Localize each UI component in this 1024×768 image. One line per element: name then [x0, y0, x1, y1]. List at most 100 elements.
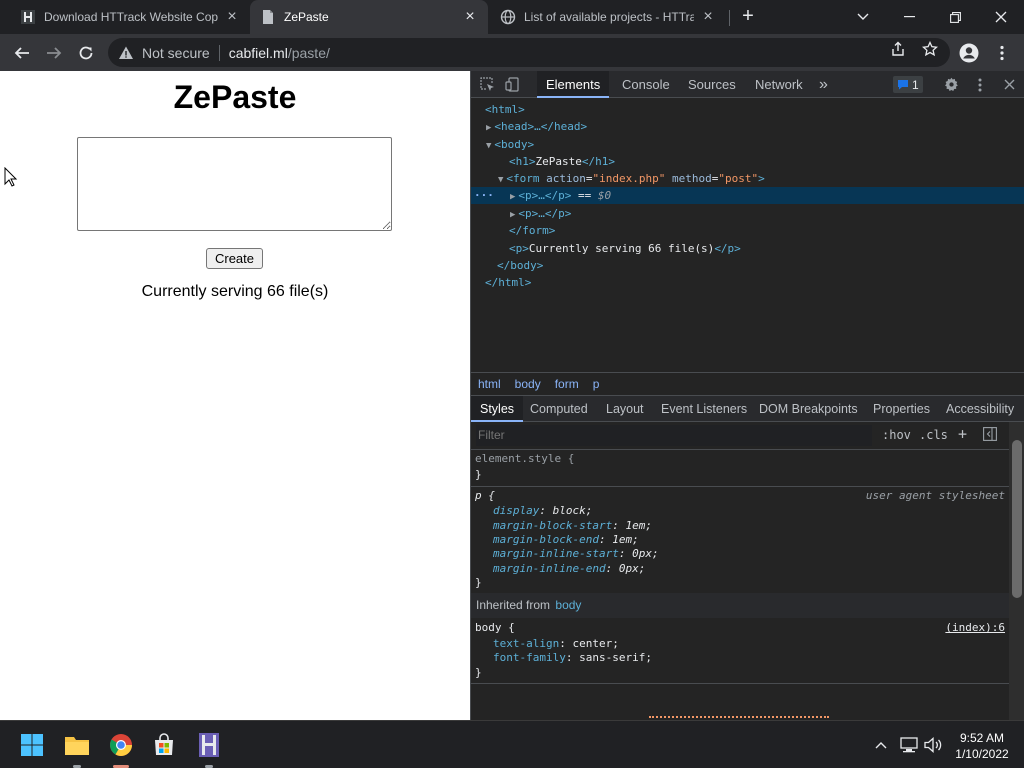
dom-node-body-close[interactable]: </body>	[471, 257, 1024, 274]
subtab-dom-breakpoints[interactable]: DOM Breakpoints	[750, 396, 867, 422]
toggle-sidebar-icon[interactable]	[983, 427, 997, 444]
devtools-close-button[interactable]	[1001, 76, 1018, 93]
security-label[interactable]: Not secure	[142, 45, 210, 61]
breadcrumb-body[interactable]: body	[515, 377, 541, 391]
tab-project-list[interactable]: List of available projects - HTTrack ×	[490, 0, 726, 34]
devtools-toolbar: Elements Console Sources Network » 1	[471, 71, 1024, 98]
folder-icon	[65, 737, 89, 755]
reload-button[interactable]	[72, 39, 100, 67]
class-toggle[interactable]: .cls	[919, 428, 948, 442]
breadcrumb-html[interactable]: html	[478, 377, 501, 391]
breadcrumb-p[interactable]: p	[593, 377, 600, 391]
warning-icon[interactable]	[118, 45, 134, 61]
issues-badge[interactable]: 1	[893, 76, 923, 93]
dom-node-html-close[interactable]: </html>	[471, 274, 1024, 291]
css-property[interactable]: margin-block-start: 1em;	[493, 518, 652, 533]
element-style-selector[interactable]: element.style {	[475, 451, 574, 466]
url-text[interactable]: cabfiel.ml/paste/	[229, 45, 330, 61]
collapse-triangle-icon[interactable]: ▼	[498, 175, 503, 185]
subtab-properties[interactable]: Properties	[864, 396, 939, 422]
body-rule-selector[interactable]: body {	[475, 620, 515, 635]
back-button[interactable]	[8, 39, 36, 67]
subtab-accessibility[interactable]: Accessibility	[937, 396, 1023, 422]
tab-search-button[interactable]	[840, 0, 886, 34]
css-property[interactable]: margin-block-end: 1em;	[493, 532, 639, 547]
dom-node-head[interactable]: ▶ <head>…</head>	[471, 118, 1024, 135]
windows-taskbar: 9:52 AM 1/10/2022	[0, 720, 1024, 768]
css-property[interactable]: display: block;	[493, 503, 592, 518]
chrome-taskbar-button[interactable]	[105, 729, 137, 761]
bookmark-button[interactable]	[921, 40, 939, 58]
dom-node-p-serving[interactable]: <p>Currently serving 66 file(s)</p>	[471, 240, 1024, 257]
url-path: /paste/	[287, 44, 330, 61]
httrack-taskbar-button[interactable]	[193, 729, 225, 761]
show-hidden-icons-button[interactable]	[872, 736, 890, 754]
body-rule-close: }	[475, 666, 482, 679]
close-window-button[interactable]	[978, 0, 1024, 34]
store-button[interactable]	[148, 729, 180, 761]
inspect-element-button[interactable]	[479, 76, 496, 93]
minimize-icon	[903, 16, 915, 18]
close-tab-icon[interactable]: ×	[462, 9, 478, 25]
devtools-tab-elements[interactable]: Elements	[537, 71, 610, 98]
p-rule-selector[interactable]: p {	[475, 488, 495, 503]
dom-node-html[interactable]: <html>	[471, 101, 1024, 118]
subtab-computed[interactable]: Computed	[521, 396, 597, 422]
profile-button[interactable]	[955, 39, 983, 67]
create-button[interactable]: Create	[206, 248, 263, 269]
device-toolbar-button[interactable]	[504, 76, 521, 93]
volume-button[interactable]	[924, 736, 942, 754]
inherited-from-link[interactable]: body	[555, 598, 581, 612]
subtab-layout[interactable]: Layout	[597, 396, 653, 422]
expand-triangle-icon[interactable]: ▶	[510, 210, 515, 220]
restore-button[interactable]	[932, 0, 978, 34]
dom-node-form-close[interactable]: </form>	[471, 222, 1024, 239]
dom-node-h1[interactable]: <h1>ZePaste</h1>	[471, 153, 1024, 170]
dom-node-body[interactable]: ▼ <body>	[471, 136, 1024, 153]
tab-zepaste[interactable]: ZePaste ×	[250, 0, 488, 34]
node-actions-icon[interactable]: ···	[474, 187, 494, 204]
network-button[interactable]	[900, 736, 918, 754]
collapse-triangle-icon[interactable]: ▼	[486, 141, 491, 151]
scrollbar-thumb[interactable]	[1012, 440, 1022, 598]
devtools-settings-button[interactable]	[943, 76, 960, 93]
hover-state-toggle[interactable]: :hov	[882, 428, 911, 442]
devtools-menu-button[interactable]	[971, 76, 988, 93]
file-explorer-button[interactable]	[61, 729, 93, 761]
new-tab-button[interactable]: +	[737, 5, 759, 27]
start-button[interactable]	[16, 729, 48, 761]
close-tab-icon[interactable]: ×	[224, 9, 240, 25]
speaker-icon	[924, 737, 942, 753]
expand-triangle-icon[interactable]: ▶	[486, 123, 491, 133]
subtab-event-listeners[interactable]: Event Listeners	[652, 396, 756, 422]
subtab-styles[interactable]: Styles	[471, 396, 524, 422]
minimize-button[interactable]	[886, 0, 932, 34]
css-property[interactable]: text-align: center;	[493, 636, 619, 651]
share-button[interactable]	[889, 40, 907, 58]
dom-node-form[interactable]: ▼ <form action="index.php" method="post">	[471, 170, 1024, 187]
paste-textarea[interactable]	[77, 137, 392, 231]
css-property[interactable]: margin-inline-start: 0px;	[493, 546, 659, 561]
css-property[interactable]: margin-inline-end: 0px;	[493, 561, 645, 576]
styles-filter-input[interactable]	[476, 425, 872, 446]
close-tab-icon[interactable]: ×	[700, 9, 716, 25]
tab-httrack-download[interactable]: Download HTTrack Website Copier ×	[10, 0, 250, 34]
body-rule-source-link[interactable]: (index):6	[945, 621, 1005, 634]
system-clock[interactable]: 9:52 AM 1/10/2022	[950, 730, 1014, 762]
breadcrumb-form[interactable]: form	[555, 377, 579, 391]
address-bar[interactable]: Not secure cabfiel.ml/paste/	[108, 38, 950, 67]
dom-node-p[interactable]: ▶ <p>…</p>	[471, 205, 1024, 222]
expand-triangle-icon[interactable]: ▶	[510, 192, 515, 202]
devtools-tab-console[interactable]: Console	[613, 71, 679, 98]
new-style-rule-icon[interactable]: +	[958, 425, 967, 443]
devtools-tab-sources[interactable]: Sources	[679, 71, 745, 98]
styles-scrollbar[interactable]	[1009, 422, 1024, 720]
css-property[interactable]: font-family: sans-serif;	[493, 650, 652, 665]
devtools-tab-network[interactable]: Network	[746, 71, 812, 98]
more-tabs-button[interactable]: »	[810, 71, 837, 98]
p-rule-close: }	[475, 576, 482, 589]
forward-button[interactable]	[40, 39, 68, 67]
tab-title: Download HTTrack Website Copier	[44, 10, 218, 24]
chrome-menu-button[interactable]	[988, 39, 1016, 67]
dom-node-p-selected[interactable]: ··· ▶ <p>…</p> == $0	[471, 187, 1024, 204]
